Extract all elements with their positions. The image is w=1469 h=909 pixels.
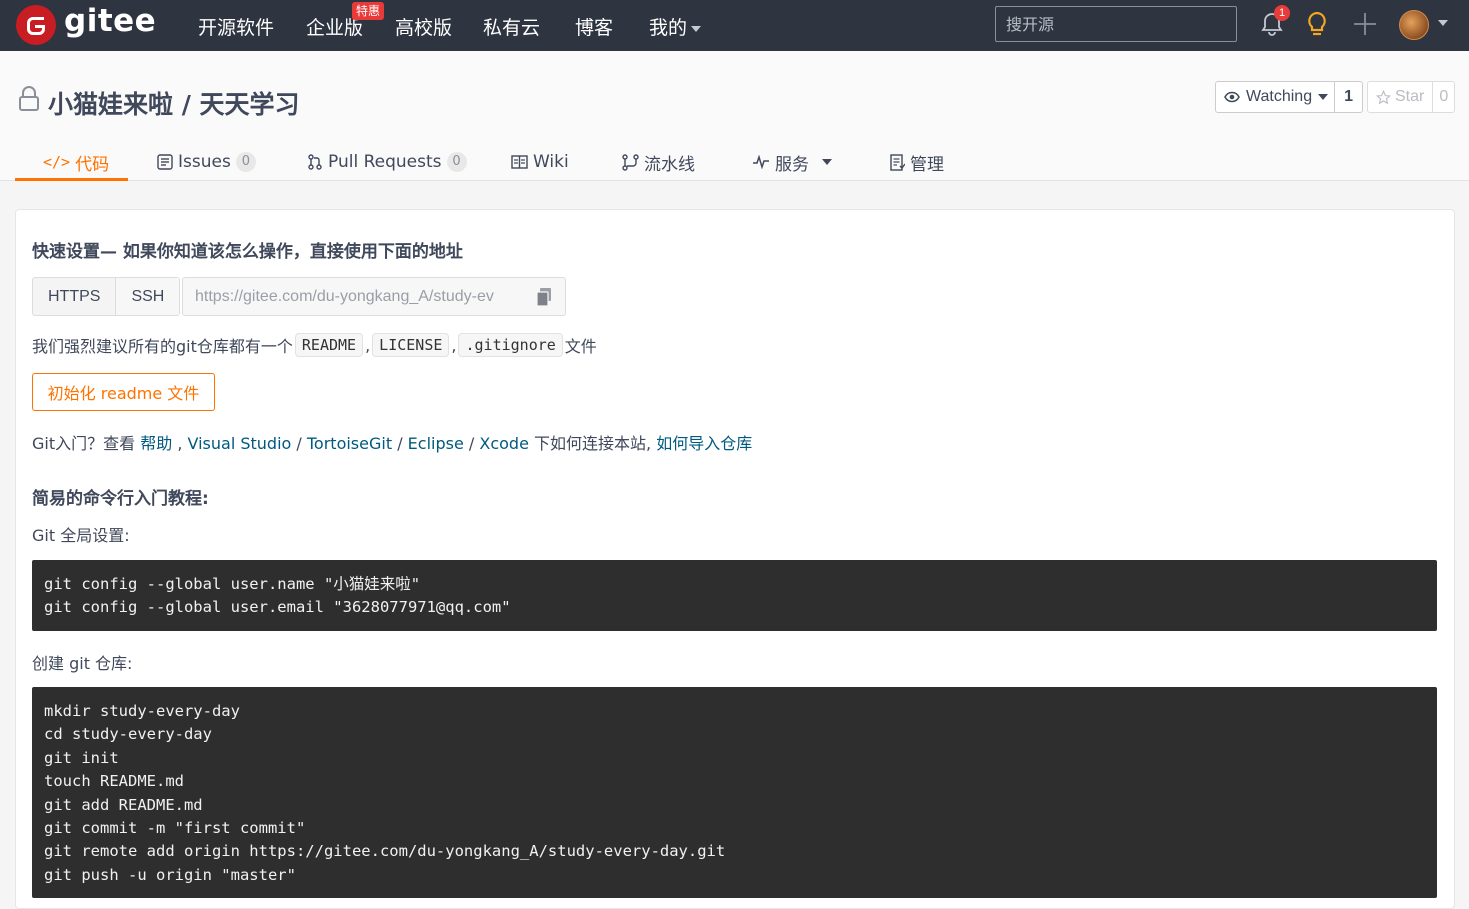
wiki-icon	[511, 155, 528, 169]
eye-icon	[1224, 91, 1240, 103]
recommend-sep: ,	[451, 335, 457, 355]
tab-pull-requests-label: Pull Requests	[328, 152, 442, 172]
chevron-down-icon	[1318, 94, 1329, 100]
pull-request-icon	[308, 154, 322, 170]
star-icon	[1376, 89, 1391, 104]
nav-link-mine-label: 我的	[649, 17, 688, 39]
quick-setup-heading: 快速设置— 如果你知道该怎么操作，直接使用下面的地址	[32, 242, 463, 262]
nav-link-mine[interactable]: 我的	[649, 13, 702, 40]
git-intro-prefix: Git入门？查看	[32, 434, 136, 453]
tutorial-heading: 简易的命令行入门教程:	[32, 489, 209, 509]
link-visual-studio[interactable]: Visual Studio	[188, 434, 292, 453]
star-main[interactable]: Star	[1368, 82, 1434, 112]
chevron-down-icon	[691, 25, 702, 32]
readme-chip: README	[294, 333, 364, 357]
protocol-ssh-button[interactable]: SSH	[115, 278, 180, 315]
tab-service[interactable]: 服务	[752, 143, 832, 181]
search-input[interactable]	[995, 6, 1237, 42]
copy-icon[interactable]	[535, 287, 553, 307]
clone-url-value[interactable]: https://gitee.com/du-yongkang_A/study-ev	[195, 288, 527, 306]
clone-url-field[interactable]: https://gitee.com/du-yongkang_A/study-ev	[182, 277, 566, 316]
active-tab-indicator	[15, 178, 128, 181]
code-icon: </>	[43, 153, 71, 171]
gitee-wordmark[interactable]: gitee	[64, 3, 156, 39]
nav-link-blog[interactable]: 博客	[575, 13, 613, 40]
code-line: git commit -m "first commit"	[44, 819, 306, 838]
pipeline-icon	[622, 153, 639, 171]
code-line: touch README.md	[44, 772, 184, 791]
tab-wiki-label: Wiki	[533, 152, 569, 172]
recommend-suffix: 文件	[564, 337, 597, 356]
code-line: git push -u origin "master"	[44, 865, 296, 884]
link-help[interactable]: 帮助	[140, 434, 172, 453]
issues-count-badge: 0	[235, 152, 256, 172]
link-import-repo[interactable]: 如何导入仓库	[656, 434, 752, 453]
recommend-prefix: 我们强烈建议所有的git仓库都有一个	[32, 337, 293, 356]
code-line: git remote add origin https://gitee.com/…	[44, 842, 726, 861]
watch-main[interactable]: Watching	[1216, 82, 1336, 112]
manage-icon	[890, 153, 905, 171]
code-line: git config --global user.email "36280779…	[44, 598, 511, 617]
code-line: git init	[44, 748, 119, 767]
code-line: mkdir study-every-day	[44, 702, 240, 720]
nav-link-education[interactable]: 高校版	[395, 13, 452, 40]
star-button[interactable]: Star 0	[1367, 81, 1456, 113]
create-repo-code: mkdir study-every-day cd study-every-day g…	[32, 687, 1437, 898]
tab-service-label: 服务	[775, 154, 809, 175]
chevron-down-icon	[822, 159, 832, 165]
link-tortoisegit[interactable]: TortoiseGit	[307, 434, 392, 453]
protocol-https-button[interactable]: HTTPS	[33, 278, 115, 315]
global-settings-code: git config --global user.name "小猫娃来啦" git…	[32, 560, 1437, 631]
notification-count-badge: 1	[1274, 5, 1290, 21]
avatar-chevron-down-icon[interactable]	[1438, 20, 1448, 26]
code-line: git config --global user.name "小猫娃来啦"	[44, 575, 421, 593]
tab-issues[interactable]: Issues 0	[157, 143, 256, 181]
global-settings-label: Git 全局设置:	[32, 526, 130, 545]
protocol-switch: HTTPS SSH	[32, 277, 181, 316]
promo-badge: 特惠	[352, 2, 385, 20]
tab-pipeline[interactable]: 流水线	[622, 143, 695, 181]
repo-header: 小猫娃来啦 / 天天学习 Watching 1 Star 0 </> 代码 Is…	[0, 51, 1469, 181]
lightbulb-icon[interactable]	[1303, 10, 1331, 38]
init-readme-button[interactable]: 初始化 readme 文件	[32, 373, 215, 411]
watch-button[interactable]: Watching 1	[1215, 81, 1364, 113]
pull-requests-count-badge: 0	[446, 152, 467, 172]
tab-code[interactable]: </> 代码	[43, 143, 109, 181]
link-eclipse[interactable]: Eclipse	[408, 434, 464, 453]
git-intro-text: Git入门？查看 帮助 , Visual Studio / TortoiseGi…	[32, 434, 753, 453]
watch-count[interactable]: 1	[1335, 82, 1362, 112]
gitee-logo-icon[interactable]	[16, 5, 56, 45]
git-intro-middle: 下如何连接本站,	[534, 434, 652, 453]
tab-issues-label: Issues	[178, 152, 231, 172]
plus-icon[interactable]	[1351, 10, 1379, 38]
tab-code-label: 代码	[75, 154, 110, 175]
watch-label: Watching	[1246, 88, 1313, 105]
issues-icon	[157, 154, 173, 170]
star-count[interactable]: 0	[1433, 82, 1454, 112]
lock-icon	[19, 86, 39, 111]
license-chip: LICENSE	[372, 333, 450, 357]
recommend-files-text: 我们强烈建议所有的git仓库都有一个 README , LICENSE , .g…	[32, 333, 597, 357]
top-navbar: gitee 开源软件 企业版 特惠 高校版 私有云 博客 我的 1	[0, 0, 1469, 51]
tab-manage[interactable]: 管理	[890, 143, 944, 181]
code-line: cd study-every-day	[44, 725, 212, 744]
tab-pull-requests[interactable]: Pull Requests 0	[307, 143, 467, 181]
nav-link-private-cloud[interactable]: 私有云	[483, 13, 540, 40]
nav-link-open-source[interactable]: 开源软件	[198, 13, 274, 40]
repo-title[interactable]: 小猫娃来啦 / 天天学习	[48, 85, 300, 121]
tab-wiki[interactable]: Wiki	[511, 143, 569, 181]
code-line: git add README.md	[44, 795, 203, 814]
star-label: Star	[1395, 88, 1425, 105]
avatar[interactable]	[1399, 10, 1429, 40]
gitignore-chip: .gitignore	[458, 333, 563, 357]
link-xcode[interactable]: Xcode	[479, 434, 529, 453]
recommend-sep: ,	[365, 335, 371, 355]
create-repo-label: 创建 git 仓库:	[32, 654, 133, 673]
tab-pipeline-label: 流水线	[644, 154, 695, 175]
service-icon	[753, 155, 769, 169]
tab-manage-label: 管理	[910, 154, 944, 175]
